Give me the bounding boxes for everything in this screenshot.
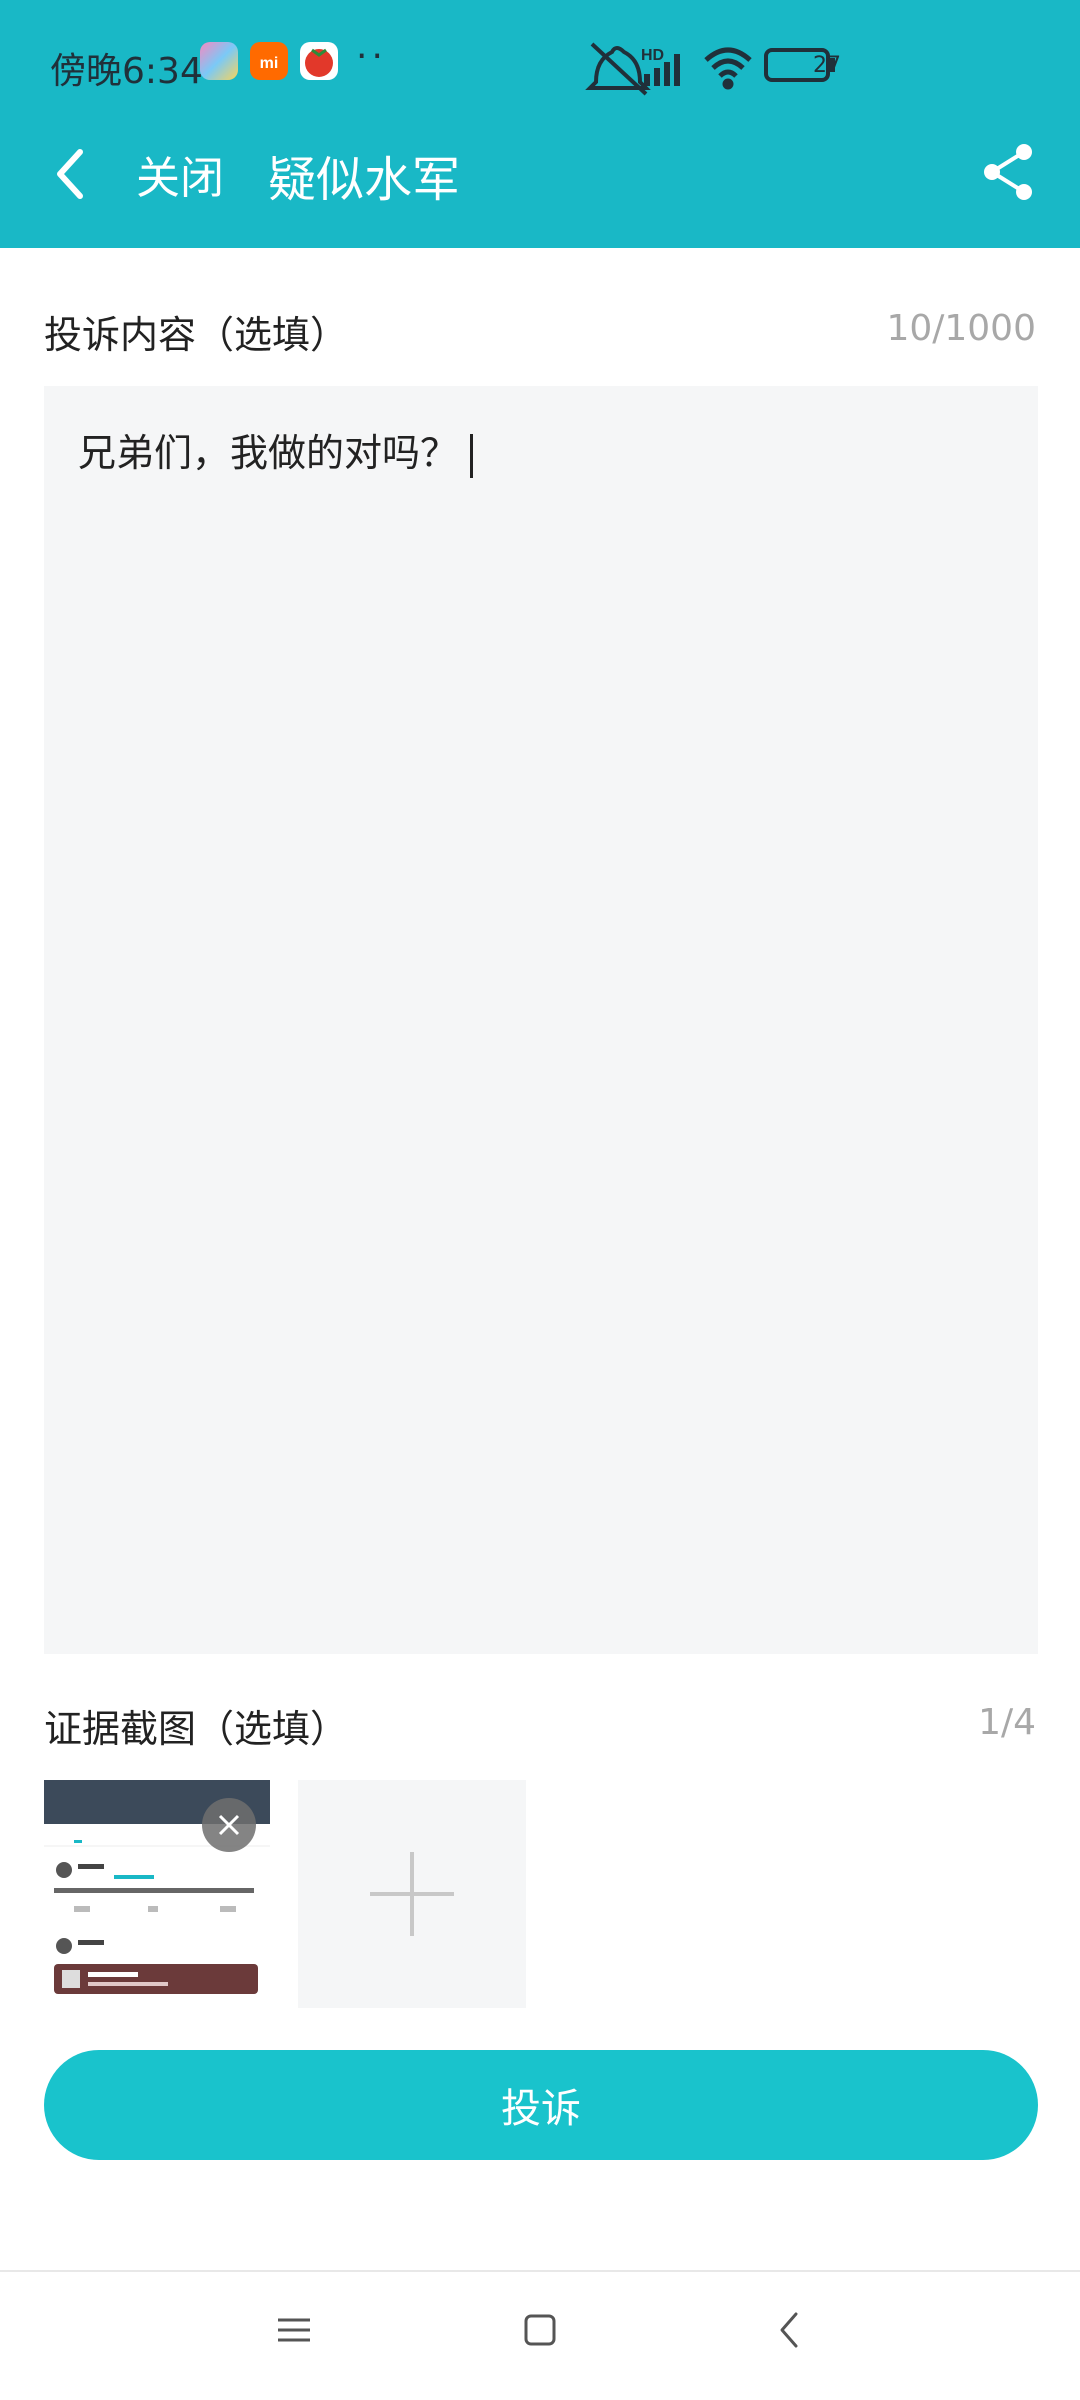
plus-icon [370,1852,454,1936]
svg-text:HD: HD [641,47,664,64]
divider [0,2270,1080,2272]
chevron-left-icon [57,149,83,199]
close-icon [218,1814,240,1836]
complaint-text: 兄弟们，我做的对吗？ [78,431,459,475]
status-bar: 傍晚6:34 mi ·· HD 27 [0,0,1080,128]
complaint-char-counter: 10/1000 [886,308,1036,349]
back-arrow-icon [780,2312,798,2348]
signal-icon: HD [641,47,680,86]
battery-level: 27 [813,53,841,78]
complaint-label: 投诉内容（选填） [44,313,349,357]
text-caret [470,433,474,478]
system-back-button[interactable] [760,2300,820,2360]
back-button[interactable] [48,140,108,210]
home-button[interactable] [510,2300,570,2360]
evidence-counter: 1/4 [978,1702,1036,1743]
wifi-icon [704,47,752,90]
remove-image-button[interactable] [202,1798,256,1852]
page-title: 疑似水军 [268,152,461,208]
share-button[interactable] [980,140,1040,204]
submit-complaint-button[interactable]: 投诉 [44,2050,1038,2160]
close-button[interactable]: 关闭 [136,142,224,206]
complaint-text-wrapper: 兄弟们，我做的对吗？ [78,422,474,478]
evidence-label: 证据截图（选填） [44,1707,349,1751]
evidence-thumbnail[interactable] [44,1780,270,2006]
share-icon [984,144,1032,200]
complaint-textarea[interactable]: 兄弟们，我做的对吗？ [44,386,1038,1654]
app-header: 傍晚6:34 mi ·· HD 27 关闭 疑似水军 [0,0,1080,248]
mute-bell-icon [585,42,651,96]
menu-icon [278,2318,310,2342]
add-image-button[interactable] [298,1780,526,2008]
recent-apps-button[interactable] [264,2300,324,2360]
system-status-icons: HD [585,42,835,96]
home-square-icon [524,2314,556,2346]
